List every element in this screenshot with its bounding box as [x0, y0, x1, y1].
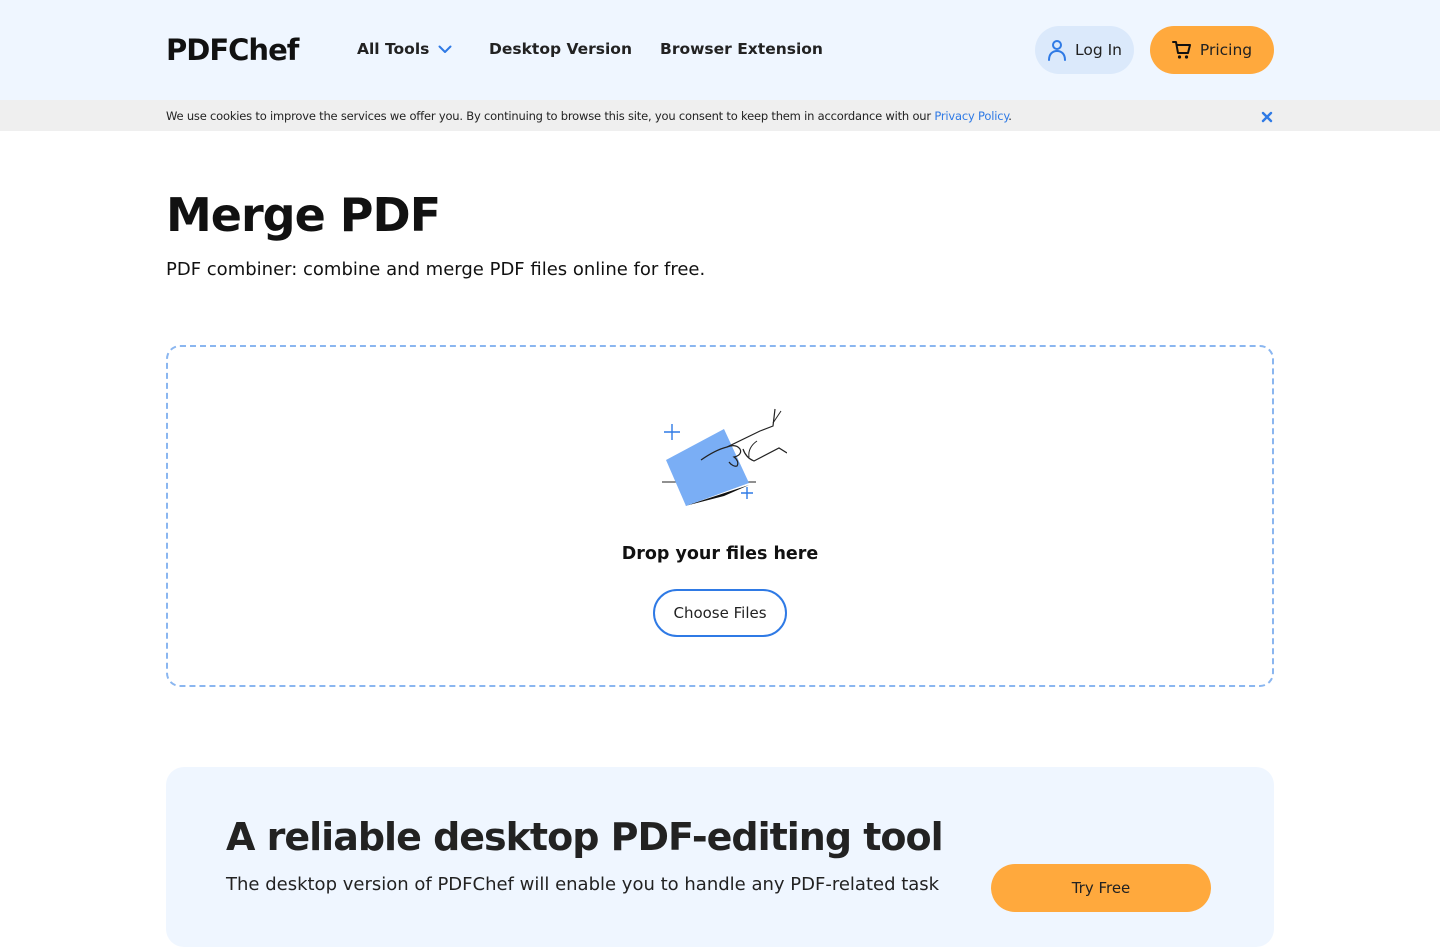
close-icon[interactable] — [1260, 109, 1274, 123]
logo[interactable]: PDFChef — [166, 33, 299, 67]
choose-files-button[interactable]: Choose Files — [653, 589, 787, 637]
drop-files-illustration — [661, 405, 788, 509]
user-icon — [1047, 39, 1067, 61]
nav-all-tools[interactable]: All Tools — [357, 40, 452, 58]
cookie-suffix: . — [1008, 109, 1012, 123]
nav-browser-extension[interactable]: Browser Extension — [660, 40, 823, 58]
chevron-down-icon — [438, 42, 452, 56]
nav-desktop-version[interactable]: Desktop Version — [489, 40, 632, 58]
drop-files-text: Drop your files here — [621, 544, 819, 564]
cookie-text: We use cookies to improve the services w… — [166, 109, 1012, 123]
promo-title: A reliable desktop PDF-editing tool — [226, 815, 944, 859]
page-title: Merge PDF — [166, 188, 441, 242]
try-free-button[interactable]: Try Free — [991, 864, 1211, 912]
login-label: Log In — [1074, 41, 1122, 59]
login-button[interactable]: Log In — [1035, 26, 1134, 74]
nav-all-tools-label: All Tools — [357, 40, 430, 58]
cookie-message: We use cookies to improve the services w… — [166, 109, 935, 123]
desktop-promo: A reliable desktop PDF-editing tool The … — [166, 767, 1274, 947]
pricing-label: Pricing — [1199, 41, 1253, 59]
page-subtitle: PDF combiner: combine and merge PDF file… — [166, 259, 706, 280]
pricing-button[interactable]: Pricing — [1150, 26, 1274, 74]
cookie-banner: We use cookies to improve the services w… — [0, 100, 1440, 131]
site-header: PDFChef All Tools Desktop Version Browse… — [0, 0, 1440, 100]
promo-text: The desktop version of PDFChef will enab… — [226, 874, 940, 895]
file-dropzone[interactable]: Drop your files here Choose Files — [166, 345, 1274, 687]
cart-icon — [1171, 40, 1192, 60]
privacy-policy-link[interactable]: Privacy Policy — [934, 109, 1008, 123]
